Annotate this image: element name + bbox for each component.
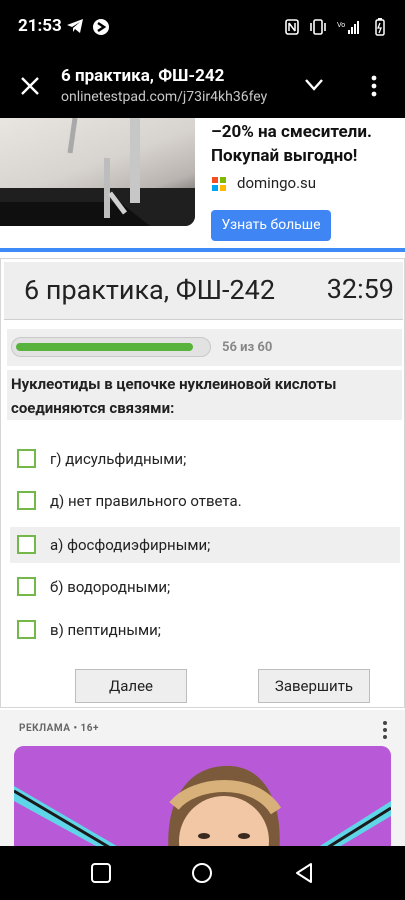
progress-text: 56 из 60 bbox=[222, 340, 273, 355]
test-header: 6 практика, ФШ-242 32:59 bbox=[4, 262, 403, 320]
answer-label[interactable]: а) фосфодиэфирными; bbox=[50, 536, 210, 554]
next-button[interactable]: Далее bbox=[75, 669, 187, 703]
ad-headline-1: –20% на смесители. bbox=[211, 122, 372, 142]
svg-text:Vo: Vo bbox=[337, 22, 345, 29]
chevron-down-icon[interactable] bbox=[304, 78, 324, 92]
telegram-icon bbox=[67, 19, 83, 33]
answer-checkbox[interactable] bbox=[17, 577, 36, 596]
screen: { "status_bar": { "time": "21:53" }, "to… bbox=[0, 0, 405, 900]
bottom-advertisement[interactable]: РЕКЛАМА • 16+ bbox=[0, 710, 405, 856]
page-url: onlinetestpad.com/j73ir4kh36fey bbox=[61, 89, 268, 105]
answer-option[interactable]: б) водородными; bbox=[10, 569, 400, 605]
answer-option[interactable]: д) нет правильного ответа. bbox=[10, 483, 400, 519]
battery-icon bbox=[375, 18, 385, 36]
status-right-icons: Vo bbox=[285, 18, 385, 36]
status-time: 21:53 bbox=[18, 16, 62, 36]
accent-divider bbox=[0, 248, 405, 252]
answer-label[interactable]: в) пептидными; bbox=[50, 621, 161, 639]
home-nav-icon[interactable] bbox=[191, 862, 213, 884]
browser-toolbar: 6 практика, ФШ-242 onlinetestpad.com/j73… bbox=[0, 56, 405, 118]
answer-checkbox[interactable] bbox=[17, 535, 36, 554]
answer-label[interactable]: г) дисульфидными; bbox=[50, 450, 186, 468]
progress-bar-fill bbox=[16, 343, 193, 351]
answer-label[interactable]: д) нет правильного ответа. bbox=[50, 492, 242, 510]
ad-image bbox=[14, 746, 391, 856]
android-nav-bar bbox=[0, 846, 405, 900]
ad-headline-2: Покупай выгодно! bbox=[211, 146, 358, 166]
ad-faucet-image bbox=[0, 118, 195, 226]
microsoft-logo-icon bbox=[212, 177, 226, 191]
finish-button[interactable]: Завершить bbox=[258, 669, 370, 703]
back-nav-icon[interactable] bbox=[293, 862, 315, 884]
page-title: 6 практика, ФШ-242 bbox=[61, 66, 225, 86]
top-advertisement[interactable]: –20% на смесители. Покупай выгодно! domi… bbox=[0, 118, 405, 251]
nfc-icon bbox=[285, 19, 299, 35]
answer-option[interactable]: в) пептидными; bbox=[10, 612, 400, 648]
answer-option[interactable]: г) дисульфидными; bbox=[10, 441, 400, 477]
answer-label[interactable]: б) водородными; bbox=[50, 578, 170, 596]
test-timer: 32:59 bbox=[326, 273, 394, 305]
answer-checkbox[interactable] bbox=[17, 449, 36, 468]
status-left-icons bbox=[66, 18, 110, 36]
question-text: Нуклеотиды в цепочке нуклеиновой кислоты… bbox=[7, 370, 402, 420]
wifi-signal-icon: Vo bbox=[337, 21, 359, 34]
answer-option[interactable]: а) фосфодиэфирными; bbox=[10, 527, 400, 563]
test-name: 6 практика, ФШ-242 bbox=[24, 274, 275, 306]
answer-checkbox[interactable] bbox=[17, 491, 36, 510]
more-vert-icon[interactable] bbox=[368, 74, 380, 98]
close-icon[interactable] bbox=[20, 76, 40, 96]
ad-learn-more-button[interactable]: Узнать больше bbox=[211, 210, 331, 241]
recents-nav-icon[interactable] bbox=[90, 862, 112, 884]
vibrate-icon bbox=[310, 19, 326, 35]
ad-label: РЕКЛАМА • 16+ bbox=[19, 723, 99, 734]
ad-domain: domingo.su bbox=[237, 174, 317, 192]
progress-bar bbox=[11, 337, 211, 357]
circle-app-icon bbox=[93, 19, 109, 35]
progress-section: 56 из 60 bbox=[7, 329, 402, 366]
more-vert-icon[interactable] bbox=[380, 720, 390, 740]
status-bar: 21:53 Vo bbox=[0, 0, 405, 56]
answer-checkbox[interactable] bbox=[17, 620, 36, 639]
